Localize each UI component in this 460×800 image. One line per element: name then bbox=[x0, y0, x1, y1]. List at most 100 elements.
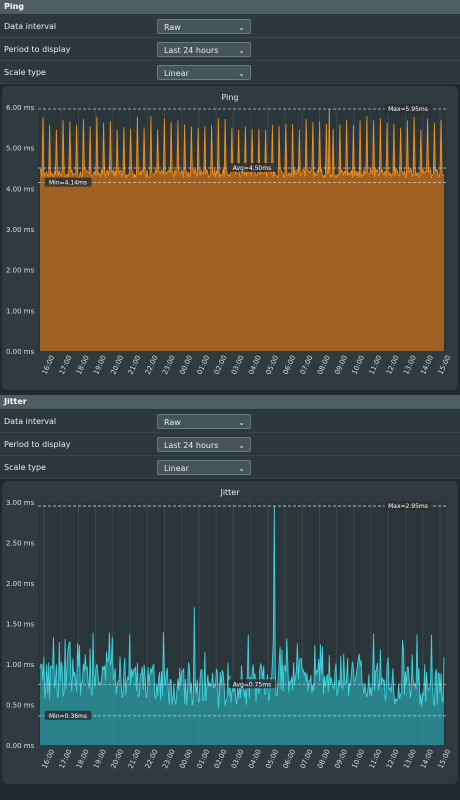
jitter-data-interval-row: Data interval Raw ⌄ bbox=[0, 410, 460, 433]
y-tick-label: 1.00 ms bbox=[6, 661, 35, 669]
x-tick-label: 22:00 bbox=[144, 748, 160, 770]
x-tick-label: 00:00 bbox=[178, 354, 194, 376]
jitter-scale-select[interactable]: Linear ⌄ bbox=[157, 459, 251, 475]
y-tick-label: 2.00 ms bbox=[6, 267, 35, 275]
jitter-chart-card: Jitter 0.00 ms 0.50 ms 1.00 ms 1.50 ms 2.00 … bbox=[2, 481, 458, 784]
x-tick-label: 11:00 bbox=[368, 748, 384, 770]
chevron-down-icon: ⌄ bbox=[238, 440, 245, 450]
chevron-down-icon: ⌄ bbox=[238, 463, 245, 473]
select-value: Last 24 hours bbox=[164, 440, 219, 450]
jitter-chart: 0.00 ms 0.50 ms 1.00 ms 1.50 ms 2.00 ms 2.50 … bbox=[6, 499, 453, 770]
x-tick-label: 02:00 bbox=[213, 748, 229, 770]
max-label: Max=5.95ms bbox=[388, 106, 428, 113]
min-label: Min=0.36ms bbox=[49, 713, 87, 720]
period-label: Period to display bbox=[4, 439, 71, 449]
x-tick-label: 12:00 bbox=[385, 354, 401, 376]
select-value: Last 24 hours bbox=[164, 45, 219, 55]
x-tick-label: 03:00 bbox=[230, 354, 246, 376]
y-tick-label: 0.50 ms bbox=[6, 702, 35, 710]
select-value: Linear bbox=[164, 463, 189, 473]
jitter-chart-title: Jitter bbox=[220, 488, 240, 497]
x-tick-label: 16:00 bbox=[41, 748, 57, 770]
ping-scale-select[interactable]: Linear ⌄ bbox=[157, 64, 251, 80]
x-tick-label: 04:00 bbox=[247, 354, 263, 376]
x-tick-label: 18:00 bbox=[75, 748, 91, 770]
x-tick-label: 10:00 bbox=[350, 748, 366, 770]
x-tick-label: 07:00 bbox=[299, 748, 315, 770]
x-tick-label: 14:00 bbox=[419, 354, 435, 376]
y-tick-label: 1.00 ms bbox=[6, 307, 35, 315]
ping-controls: Data interval Raw ⌄ Period to display Las… bbox=[0, 15, 460, 84]
x-tick-label: 13:00 bbox=[402, 354, 418, 376]
y-tick-label: 5.00 ms bbox=[6, 145, 35, 153]
y-tick-label: 0.00 ms bbox=[6, 742, 35, 750]
x-tick-label: 15:00 bbox=[437, 354, 453, 376]
ping-section-header: Ping bbox=[0, 0, 460, 15]
x-tick-label: 21:00 bbox=[127, 748, 143, 770]
x-tick-label: 08:00 bbox=[316, 748, 332, 770]
x-tick-label: 02:00 bbox=[213, 354, 229, 376]
x-tick-label: 09:00 bbox=[333, 354, 349, 376]
x-tick-label: 10:00 bbox=[350, 354, 366, 376]
x-tick-label: 19:00 bbox=[92, 748, 108, 770]
y-tick-label: 2.50 ms bbox=[6, 540, 35, 548]
x-tick-label: 09:00 bbox=[333, 748, 349, 770]
x-tick-label: 13:00 bbox=[402, 748, 418, 770]
ping-chart-title: Ping bbox=[221, 93, 239, 102]
x-tick-label: 08:00 bbox=[316, 354, 332, 376]
period-label: Period to display bbox=[4, 44, 71, 54]
x-tick-label: 05:00 bbox=[264, 354, 280, 376]
select-value: Raw bbox=[164, 22, 181, 32]
min-label: Min=4.14ms bbox=[49, 180, 87, 187]
x-tick-label: 12:00 bbox=[385, 748, 401, 770]
data-interval-label: Data interval bbox=[4, 416, 57, 426]
y-tick-label: 0.00 ms bbox=[6, 348, 35, 356]
ping-data-interval-row: Data interval Raw ⌄ bbox=[0, 15, 460, 38]
max-label: Max=2.95ms bbox=[388, 503, 428, 510]
jitter-section-header: Jitter bbox=[0, 395, 460, 410]
chevron-down-icon: ⌄ bbox=[238, 22, 245, 32]
ping-chart-card: Ping 0.00 ms 1.00 ms 2.00 ms 3.00 ms 4.00 ms… bbox=[2, 86, 458, 390]
ping-chart: 0.00 ms 1.00 ms 2.00 ms 3.00 ms 4.00 ms 5.00 … bbox=[6, 104, 453, 376]
x-tick-label: 15:00 bbox=[437, 748, 453, 770]
x-tick-label: 01:00 bbox=[196, 354, 212, 376]
x-tick-label: 06:00 bbox=[282, 354, 298, 376]
x-tick-label: 21:00 bbox=[127, 354, 143, 376]
chevron-down-icon: ⌄ bbox=[238, 417, 245, 427]
x-tick-label: 23:00 bbox=[161, 354, 177, 376]
x-tick-label: 01:00 bbox=[196, 748, 212, 770]
x-tick-label: 11:00 bbox=[368, 354, 384, 376]
y-tick-label: 2.00 ms bbox=[6, 580, 35, 588]
chevron-down-icon: ⌄ bbox=[238, 45, 245, 55]
x-tick-label: 00:00 bbox=[178, 748, 194, 770]
scale-type-label: Scale type bbox=[4, 67, 46, 77]
x-tick-label: 20:00 bbox=[109, 748, 125, 770]
ping-period-row: Period to display Last 24 hours ⌄ bbox=[0, 38, 460, 61]
jitter-period-row: Period to display Last 24 hours ⌄ bbox=[0, 433, 460, 456]
x-tick-label: 03:00 bbox=[230, 748, 246, 770]
x-tick-label: 17:00 bbox=[58, 354, 74, 376]
select-value: Raw bbox=[164, 417, 181, 427]
x-tick-label: 19:00 bbox=[92, 354, 108, 376]
ping-scale-row: Scale type Linear ⌄ bbox=[0, 61, 460, 84]
y-tick-label: 6.00 ms bbox=[6, 104, 35, 112]
y-tick-label: 1.50 ms bbox=[6, 621, 35, 629]
jitter-period-select[interactable]: Last 24 hours ⌄ bbox=[157, 436, 251, 452]
x-tick-label: 20:00 bbox=[109, 354, 125, 376]
x-tick-label: 22:00 bbox=[144, 354, 160, 376]
y-tick-label: 4.00 ms bbox=[6, 185, 35, 193]
x-tick-label: 14:00 bbox=[419, 748, 435, 770]
y-tick-label: 3.00 ms bbox=[6, 226, 35, 234]
scale-type-label: Scale type bbox=[4, 462, 46, 472]
chevron-down-icon: ⌄ bbox=[238, 68, 245, 78]
x-tick-label: 18:00 bbox=[75, 354, 91, 376]
avg-label: Avg=0.75ms bbox=[233, 681, 271, 688]
select-value: Linear bbox=[164, 68, 189, 78]
x-tick-label: 05:00 bbox=[264, 748, 280, 770]
data-interval-label: Data interval bbox=[4, 21, 57, 31]
jitter-data-interval-select[interactable]: Raw ⌄ bbox=[157, 413, 251, 429]
ping-data-interval-select[interactable]: Raw ⌄ bbox=[157, 18, 251, 34]
jitter-scale-row: Scale type Linear ⌄ bbox=[0, 456, 460, 479]
ping-period-select[interactable]: Last 24 hours ⌄ bbox=[157, 41, 251, 57]
x-tick-label: 04:00 bbox=[247, 748, 263, 770]
